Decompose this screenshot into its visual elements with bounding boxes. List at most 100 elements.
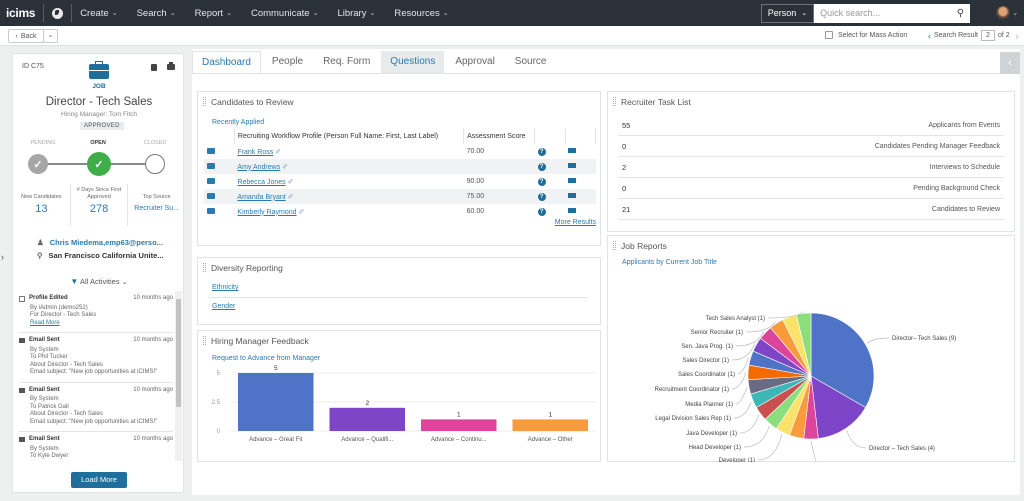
next-result-icon[interactable]: › xyxy=(1016,31,1019,41)
quick-search-input[interactable]: Quick search... ⚲ xyxy=(814,3,971,23)
search-scope-select[interactable]: Person ⌄ xyxy=(760,3,815,23)
pie-slice-label: Sales Director (1) xyxy=(682,358,729,364)
stat-new-candidates[interactable]: New Candidates 13 xyxy=(13,184,70,226)
attachment-icon[interactable]: ✐ xyxy=(280,164,288,171)
question-icon[interactable]: ? xyxy=(537,147,546,156)
tab-approval[interactable]: Approval xyxy=(446,51,503,73)
tab-req-form[interactable]: Req. Form xyxy=(314,51,379,73)
drag-handle-icon[interactable] xyxy=(613,241,616,250)
load-more-button[interactable]: Load More xyxy=(71,472,127,488)
collapse-panel-button[interactable]: ‹ xyxy=(1000,52,1020,74)
user-avatar[interactable] xyxy=(996,6,1011,20)
row-icon-cell xyxy=(204,144,234,159)
assessment-score xyxy=(463,159,535,174)
profile-card-icon[interactable] xyxy=(207,192,215,199)
task-row[interactable]: 0 Pending Background Check xyxy=(618,178,1004,199)
read-more-link[interactable]: Read More xyxy=(19,320,173,328)
expand-left-icon[interactable]: › xyxy=(1,252,4,262)
task-row[interactable]: 55 Applicants from Events xyxy=(618,115,1004,136)
stat-top-source[interactable]: Top Source Recruiter Su... xyxy=(127,184,185,226)
gender-link[interactable]: Gender xyxy=(212,303,235,310)
more-results-link[interactable]: More Results xyxy=(555,219,596,226)
attachment-icon[interactable]: ✐ xyxy=(297,209,305,216)
ethnicity-link[interactable]: Ethnicity xyxy=(212,284,238,291)
briefcase-icon xyxy=(89,61,109,79)
tab-source[interactable]: Source xyxy=(506,51,556,73)
header-profile[interactable]: Recruiting Workflow Profile (Person Full… xyxy=(234,128,465,144)
stat-label: New Candidates xyxy=(21,193,62,200)
question-icon[interactable]: ? xyxy=(537,177,546,186)
search-result-page-input[interactable]: 2 xyxy=(980,30,995,41)
drag-handle-icon[interactable] xyxy=(203,263,206,272)
person-icon: ♟ xyxy=(37,238,44,247)
calendar-cell xyxy=(565,159,596,174)
tab-questions[interactable]: Questions xyxy=(381,51,445,73)
profile-card-icon[interactable] xyxy=(207,162,215,169)
nav-menu-communicate[interactable]: Communicate ⌄ xyxy=(251,8,318,19)
drag-handle-icon[interactable] xyxy=(203,97,206,106)
search-icon[interactable]: ⚲ xyxy=(957,8,964,19)
nav-menu-search[interactable]: Search ⌄ xyxy=(137,8,176,19)
activity-scrollbar[interactable] xyxy=(175,291,182,461)
header-score[interactable]: Assessment Score xyxy=(463,128,536,144)
bar[interactable] xyxy=(238,373,314,431)
attachment-icon[interactable]: ✐ xyxy=(286,194,294,201)
profile-card-icon[interactable] xyxy=(207,207,215,214)
question-icon[interactable]: ? xyxy=(537,162,546,171)
attachment-icon[interactable]: ✐ xyxy=(286,179,294,186)
chart-subtitle-link[interactable]: Request to Advance from Manager xyxy=(212,355,320,362)
calendar-icon[interactable] xyxy=(568,148,577,153)
back-button[interactable]: ‹ Back xyxy=(8,29,44,43)
candidate-name-link[interactable]: Amanda Bryant xyxy=(237,194,285,201)
copy-icon[interactable] xyxy=(151,64,157,71)
pie-slice-label: Recruitment Coordinator (1) xyxy=(655,387,729,393)
profile-card-icon[interactable] xyxy=(207,177,215,184)
drag-handle-icon[interactable] xyxy=(613,97,616,106)
prev-result-icon[interactable]: ‹ xyxy=(928,31,931,41)
recruiter-contact[interactable]: ♟ Chris Miedema,emp63@perso... xyxy=(37,238,163,247)
attachment-icon[interactable]: ✐ xyxy=(273,149,281,156)
nav-menu-report[interactable]: Report ⌄ xyxy=(195,8,232,19)
bar[interactable] xyxy=(421,419,497,431)
task-row[interactable]: 21 Candidates to Review xyxy=(618,199,1004,220)
calendar-icon[interactable] xyxy=(568,178,577,183)
drag-handle-icon[interactable] xyxy=(203,336,206,345)
activity-detail: For Director - Tech Sales xyxy=(30,312,97,318)
edit-icon xyxy=(19,295,25,302)
recently-applied-link[interactable]: Recently Applied xyxy=(212,119,264,126)
bar[interactable] xyxy=(329,407,406,431)
back-history-dropdown[interactable]: ⌄ xyxy=(43,29,58,43)
calendar-icon[interactable] xyxy=(568,163,577,168)
candidate-name-link[interactable]: Rebecca Jones xyxy=(237,179,285,186)
print-icon[interactable] xyxy=(167,62,175,70)
pie-leader-line xyxy=(737,357,750,375)
scrollbar-thumb[interactable] xyxy=(176,299,181,407)
calendar-icon[interactable] xyxy=(568,193,577,198)
tab-people[interactable]: People xyxy=(263,51,312,73)
question-icon[interactable]: ? xyxy=(537,207,546,216)
profile-card-icon[interactable] xyxy=(207,147,215,154)
nav-menu-resources[interactable]: Resources ⌄ xyxy=(394,8,448,19)
chevron-down-icon: ⌄ xyxy=(111,10,118,17)
job-type-label: JOB xyxy=(92,83,106,90)
calendar-icon[interactable] xyxy=(568,208,577,213)
nav-menu-library[interactable]: Library ⌄ xyxy=(337,8,375,19)
mass-action-checkbox[interactable] xyxy=(825,31,833,39)
chevron-down-icon[interactable]: ⌄ xyxy=(1012,9,1018,17)
tab-dashboard[interactable]: Dashboard xyxy=(192,51,261,73)
candidate-name-link[interactable]: Kimberly Raymond xyxy=(237,209,296,216)
task-row[interactable]: 2 Interviews to Schedule xyxy=(618,157,1004,178)
job-location-text: San Francisco California Unite... xyxy=(48,251,164,260)
task-row[interactable]: 0 Candidates Pending Manager Feedback xyxy=(618,136,1004,157)
globe-icon[interactable] xyxy=(52,7,64,19)
nav-menu-create[interactable]: Create ⌄ xyxy=(80,8,117,19)
candidate-name-link[interactable]: Frank Ross xyxy=(237,149,273,156)
pie-slice-label: Media Planner (1) xyxy=(685,402,733,408)
mass-action-checkbox-group[interactable]: Select for Mass Action xyxy=(825,31,907,39)
activities-filter-dropdown[interactable]: ▼ All Activities ⌄ xyxy=(13,277,185,286)
candidate-name-link[interactable]: Amy Andrews xyxy=(237,164,280,171)
question-icon[interactable]: ? xyxy=(537,192,546,201)
icims-logo[interactable]: icims xyxy=(6,6,35,20)
bar[interactable] xyxy=(512,419,589,431)
chart-subtitle-link[interactable]: Applicants by Current Job Title xyxy=(622,259,717,266)
